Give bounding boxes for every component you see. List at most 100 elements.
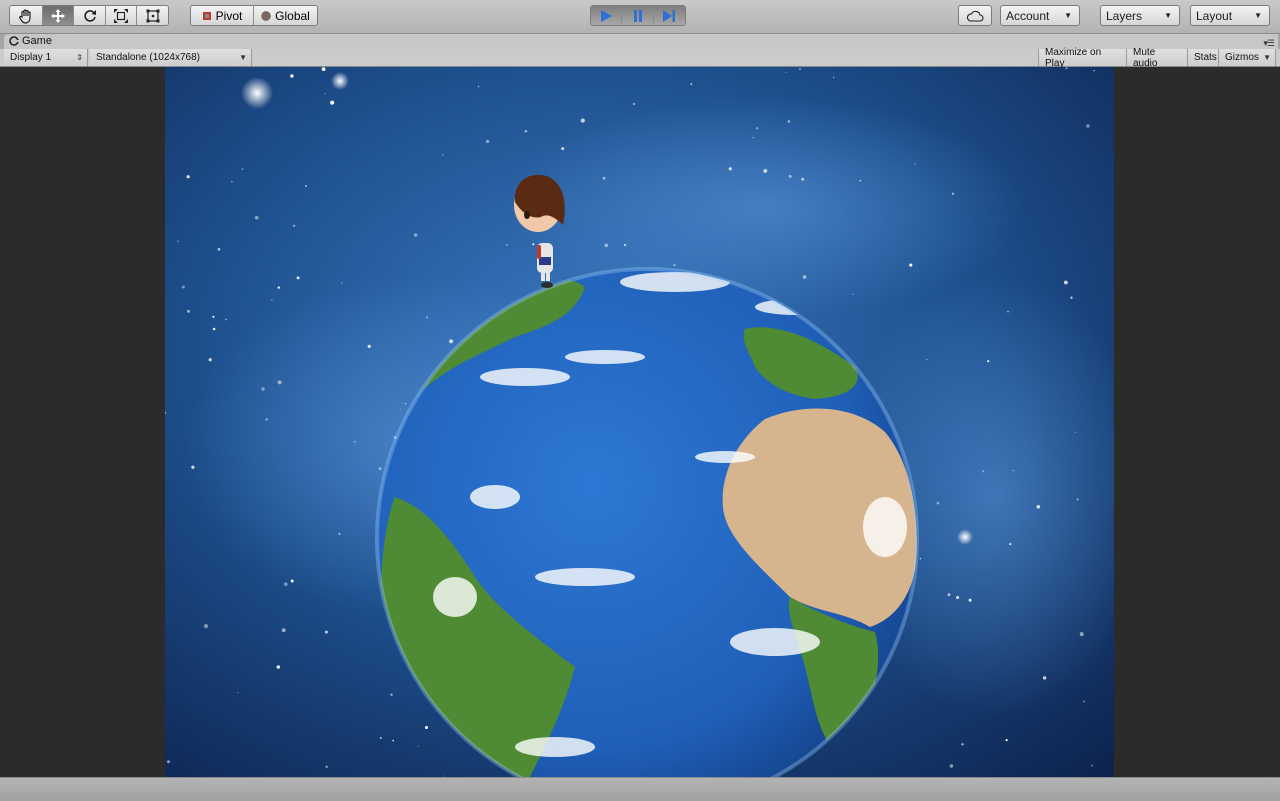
display-label: Display 1 (10, 52, 52, 63)
game-tab-label: Game (22, 35, 52, 47)
star (1012, 469, 1015, 472)
star (532, 243, 535, 246)
chevron-down-icon: ▼ (1064, 11, 1072, 20)
star (1075, 431, 1077, 433)
star (167, 760, 170, 764)
star (325, 765, 328, 769)
pivot-icon (202, 11, 211, 20)
resolution-dropdown[interactable]: Standalone (1024x768) ▼ (90, 49, 252, 66)
star (956, 595, 960, 600)
rotate-tool-button[interactable] (74, 6, 106, 25)
pivot-button[interactable]: Pivot (191, 6, 255, 25)
star (909, 263, 913, 267)
star (261, 387, 265, 391)
star (353, 440, 356, 443)
star (949, 764, 954, 768)
game-scene (165, 67, 1114, 777)
gizmos-dropdown[interactable]: Gizmos ▼ (1219, 49, 1276, 66)
mute-audio-label: Mute audio (1133, 46, 1158, 69)
step-button[interactable] (653, 6, 685, 25)
star (561, 147, 565, 151)
star (277, 380, 282, 385)
star (1070, 296, 1073, 299)
star (987, 359, 990, 363)
star (237, 691, 239, 694)
star (324, 92, 326, 95)
rect-tool-button[interactable] (137, 6, 168, 25)
pause-button[interactable] (622, 6, 654, 25)
stats-toggle[interactable]: Stats (1188, 49, 1219, 66)
star (254, 215, 259, 220)
move-tool-button[interactable] (42, 6, 75, 25)
account-dropdown[interactable]: Account ▼ (1000, 5, 1080, 26)
game-viewport[interactable] (165, 67, 1114, 777)
step-icon (663, 9, 676, 22)
maximize-on-play-toggle[interactable]: Maximize on Play (1038, 47, 1127, 69)
star (321, 67, 326, 71)
star (330, 100, 335, 105)
star (292, 224, 296, 228)
star (224, 318, 227, 321)
tab-menu-icon[interactable]: ▾☰ (1263, 38, 1275, 49)
star (728, 167, 732, 171)
star (926, 358, 928, 361)
star (424, 725, 429, 730)
star (623, 243, 627, 247)
star (602, 176, 606, 180)
star (341, 282, 343, 284)
cloud-button[interactable] (958, 5, 992, 26)
layout-dropdown[interactable]: Layout ▼ (1190, 5, 1270, 26)
star (379, 736, 382, 739)
scale-tool-icon (114, 8, 129, 23)
star (752, 136, 754, 139)
star (181, 285, 185, 289)
hand-tool-button[interactable] (10, 6, 43, 25)
star (413, 233, 418, 237)
bright-star (957, 529, 973, 545)
earth-globe (375, 267, 919, 777)
resolution-label: Standalone (1024x768) (96, 52, 200, 63)
star (1086, 124, 1090, 128)
star (1005, 738, 1008, 742)
updown-arrows-icon: ⇕ (76, 53, 83, 62)
layers-label: Layers (1106, 8, 1143, 23)
star (276, 665, 281, 669)
star (788, 174, 792, 178)
layers-dropdown[interactable]: Layers ▼ (1100, 5, 1180, 26)
pivot-label: Pivot (215, 8, 243, 23)
play-button[interactable] (591, 6, 623, 25)
star (212, 327, 216, 331)
star (283, 582, 288, 587)
letterbox-right (1114, 67, 1280, 777)
mute-audio-toggle[interactable]: Mute audio (1127, 46, 1188, 69)
rect-tool-icon (146, 9, 160, 22)
star (281, 628, 286, 633)
star (1082, 700, 1085, 703)
star (392, 739, 395, 742)
star (417, 745, 419, 747)
move-tool-icon (50, 8, 65, 23)
star (919, 558, 922, 560)
star (756, 127, 759, 130)
star (1009, 543, 1012, 546)
star (212, 315, 215, 318)
star (277, 286, 280, 289)
star (690, 83, 693, 86)
star (203, 624, 209, 629)
star (1007, 310, 1009, 313)
scale-tool-button[interactable] (105, 6, 138, 25)
playback-controls (590, 5, 686, 26)
star (290, 74, 294, 78)
star (936, 501, 940, 505)
star (632, 103, 635, 105)
star (787, 120, 791, 123)
star (673, 264, 676, 267)
star (852, 293, 854, 295)
global-button[interactable]: Global (254, 6, 317, 25)
display-dropdown[interactable]: Display 1 ⇕ (4, 49, 88, 66)
star (449, 339, 454, 344)
star (961, 743, 964, 746)
star (390, 693, 393, 696)
star (338, 533, 341, 535)
star (1091, 764, 1094, 767)
